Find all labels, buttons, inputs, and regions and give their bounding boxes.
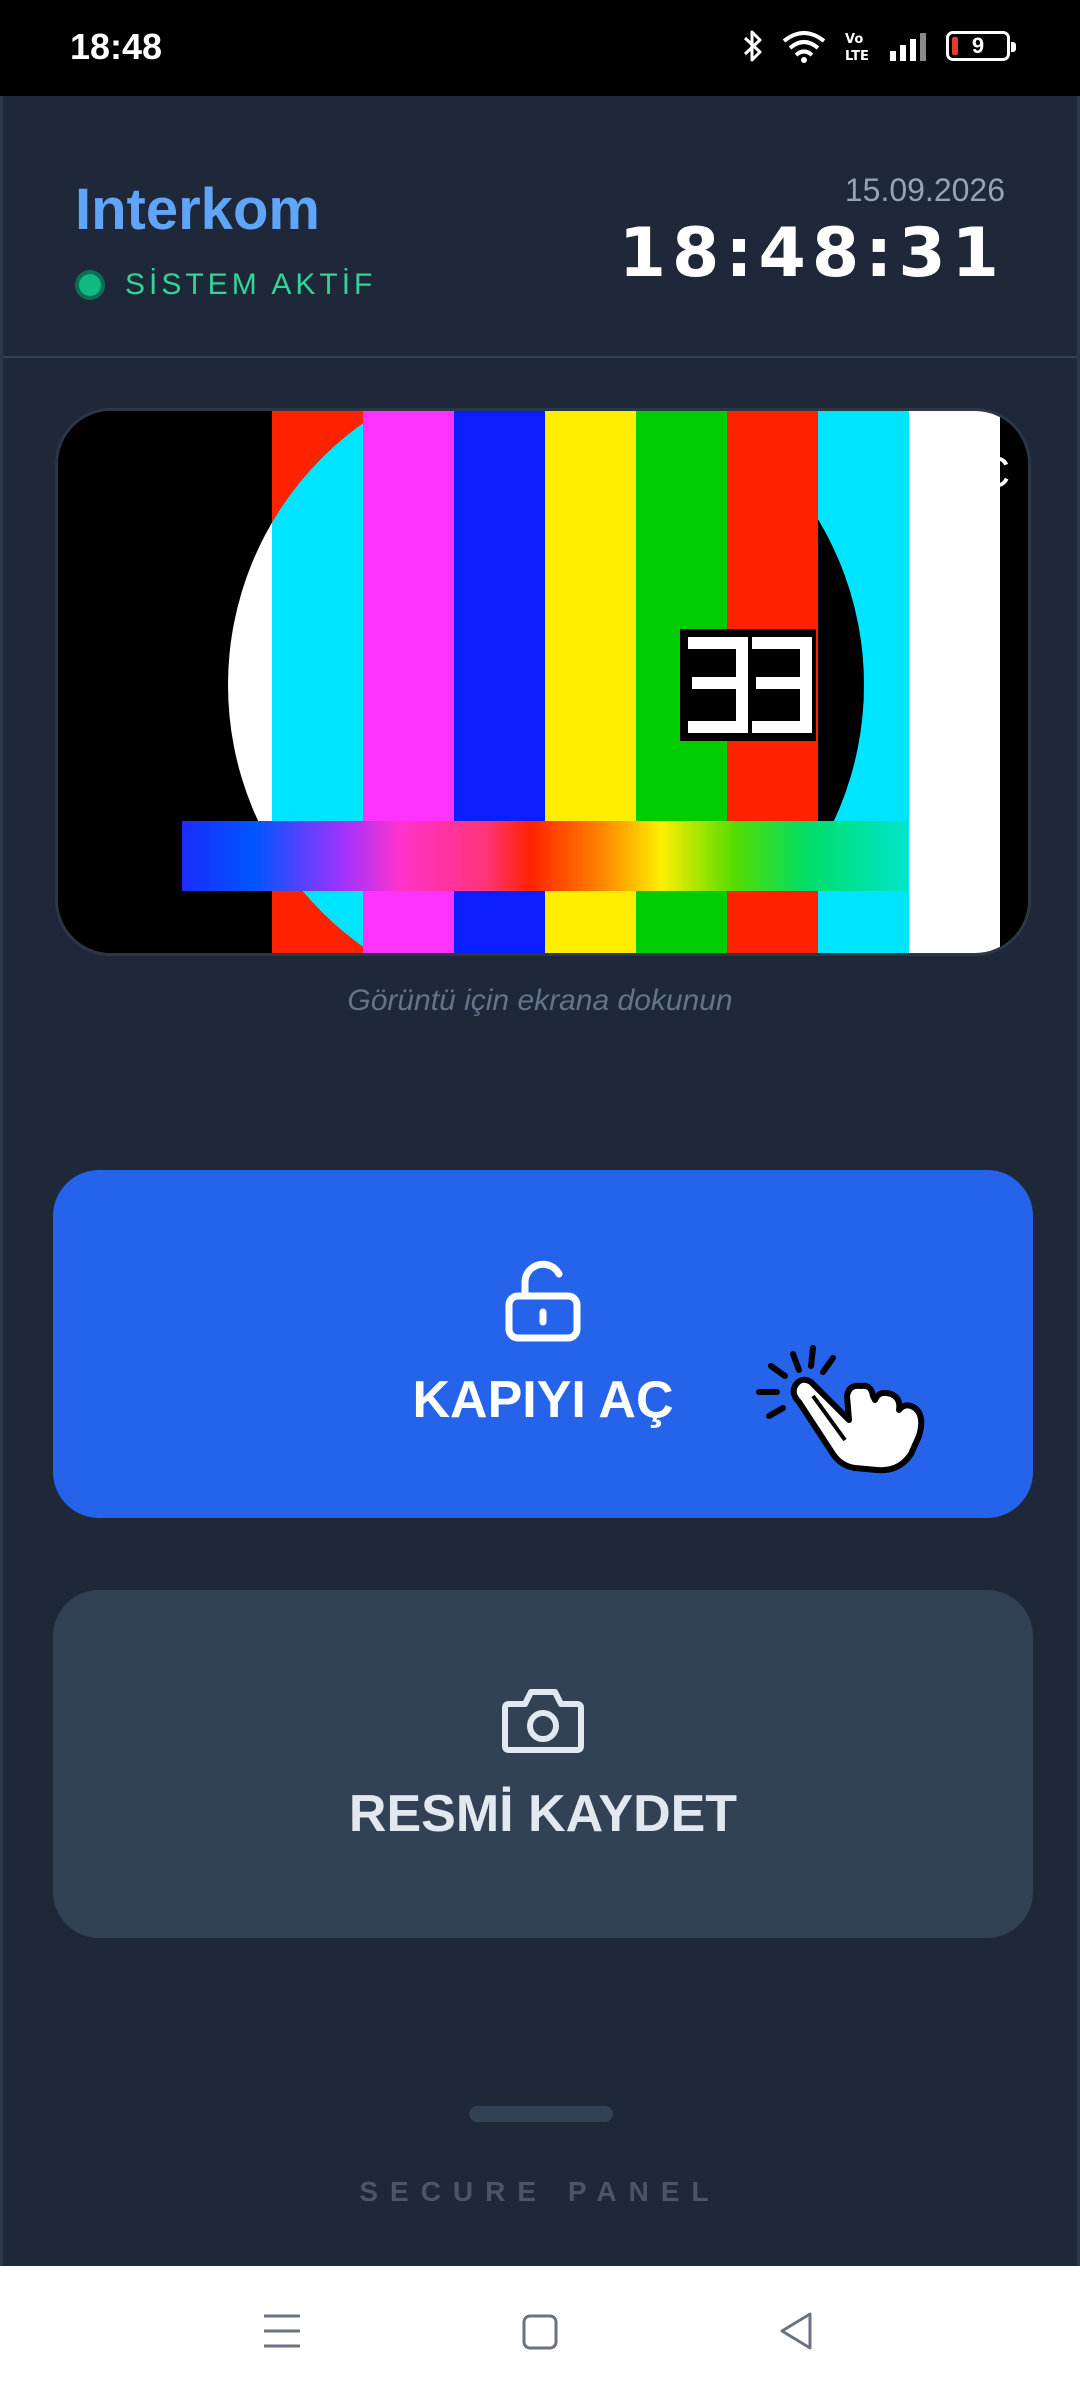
menu-icon[interactable] — [262, 2306, 302, 2356]
home-icon[interactable] — [520, 2306, 560, 2356]
test-pattern-image: RTC — [58, 411, 1028, 953]
camera-overlay-rtc: RTC — [920, 448, 1010, 497]
camera-view[interactable]: RTC — [55, 408, 1031, 956]
current-clock: 18:48:31 — [618, 214, 1005, 293]
unlock-icon — [505, 1260, 581, 1342]
status-time: 18:48 — [70, 26, 163, 67]
wifi-icon — [782, 31, 826, 63]
status-text: SİSTEM AKTİF — [125, 268, 377, 301]
open-door-button[interactable]: KAPIYI AÇ — [53, 1170, 1033, 1518]
status-icons: Vo LTE 9 — [742, 28, 1016, 64]
system-status: SİSTEM AKTİF — [75, 268, 376, 302]
status-indicator-icon — [75, 270, 105, 300]
footer-label: SECURE PANEL — [359, 2176, 721, 2207]
camera-hint: Görüntü için ekrana dokunun — [347, 984, 733, 1017]
current-date: 15.09.2026 — [844, 172, 1005, 208]
bluetooth-icon — [743, 30, 762, 62]
battery-level: 9 — [971, 33, 985, 58]
status-bar: 18:48 Vo LTE 9 — [0, 0, 1080, 96]
back-icon[interactable] — [776, 2306, 816, 2356]
save-image-button[interactable]: RESMİ KAYDET — [53, 1590, 1033, 1938]
svg-text:LTE: LTE — [845, 49, 869, 63]
save-image-label: RESMİ KAYDET — [348, 1785, 738, 1843]
battery-icon: 9 — [946, 31, 1016, 61]
tap-hand-icon — [756, 1345, 925, 1474]
camera-icon — [502, 1689, 584, 1753]
navigation-bar — [0, 2266, 1080, 2400]
svg-text:Vo: Vo — [845, 32, 863, 47]
intercom-app: Interkom SİSTEM AKTİF 15.09.2026 18:48:3… — [0, 96, 1080, 2266]
volte-icon: Vo LTE — [845, 32, 869, 63]
app-title: Interkom — [75, 177, 320, 242]
footer-divider — [469, 2106, 613, 2122]
signal-icon — [890, 33, 926, 61]
open-door-label: KAPIYI AÇ — [412, 1371, 674, 1429]
app-header: Interkom SİSTEM AKTİF 15.09.2026 18:48:3… — [3, 96, 1077, 358]
